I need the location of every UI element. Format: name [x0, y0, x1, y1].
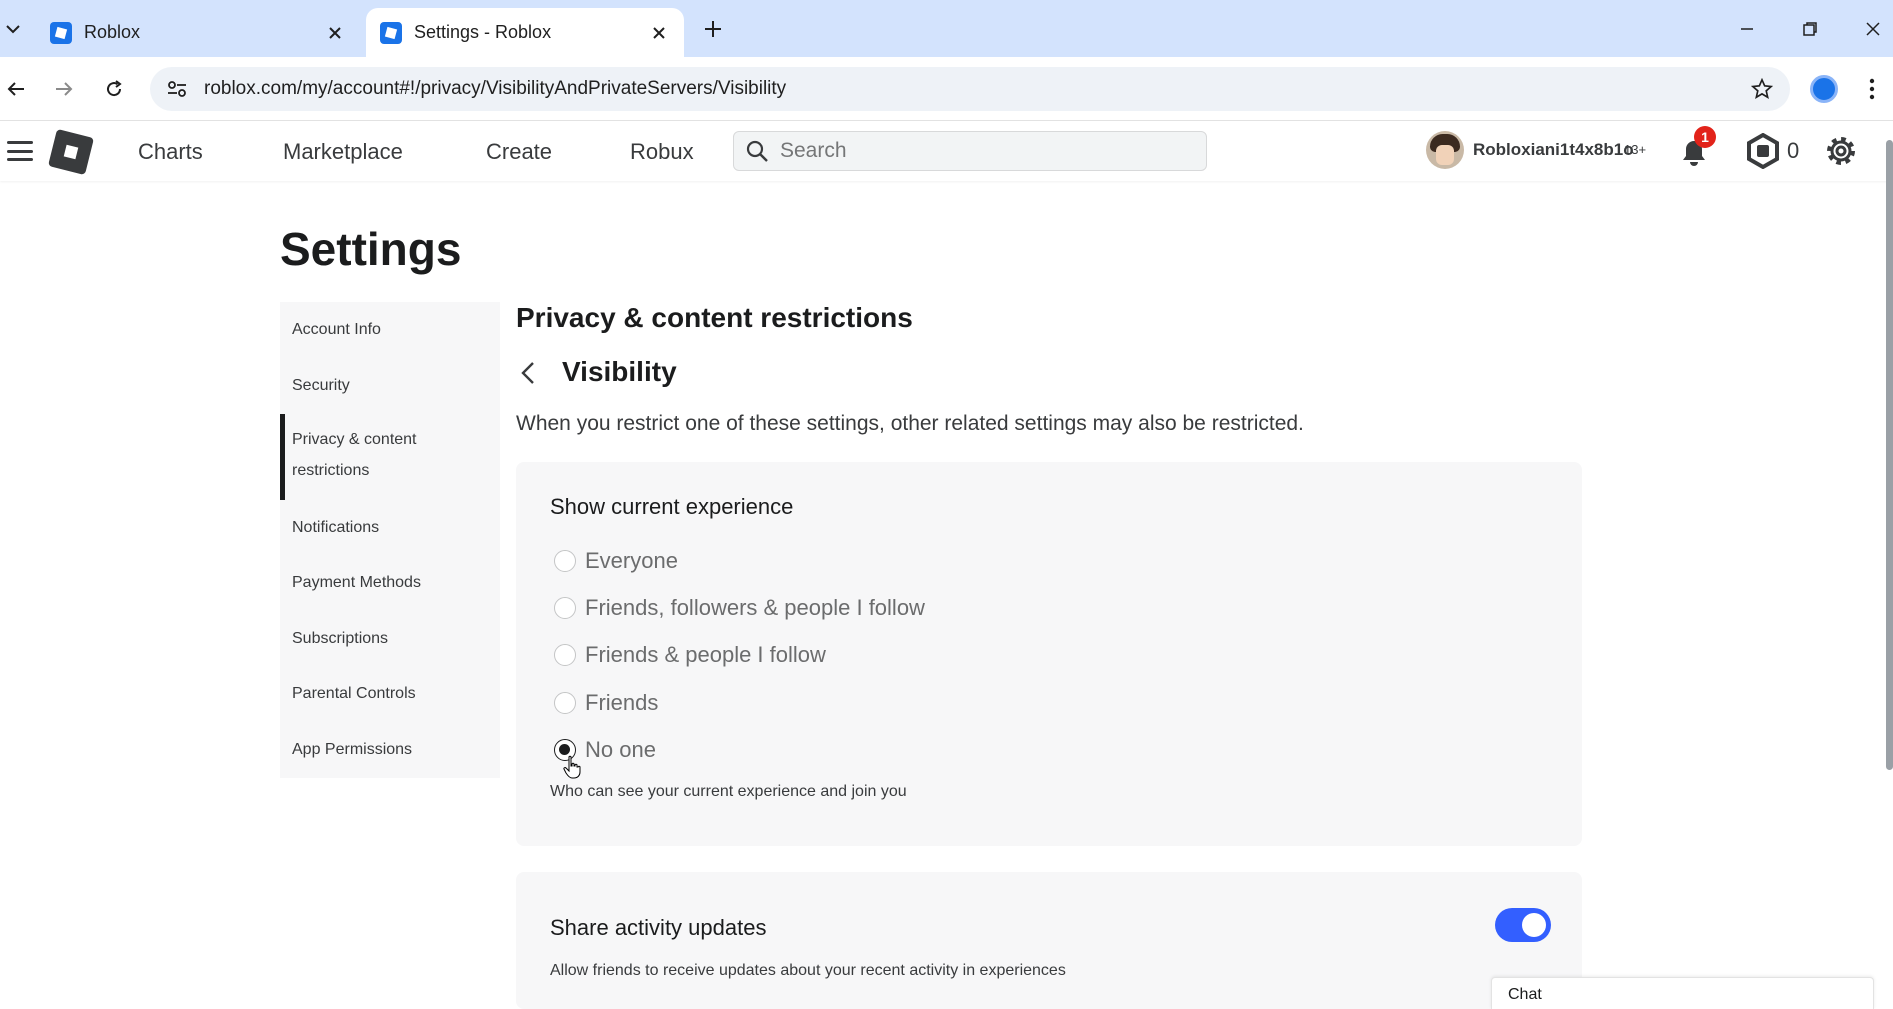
search-icon: [734, 139, 780, 163]
section-title: Privacy & content restrictions: [516, 302, 913, 333]
roblox-favicon-icon: [380, 21, 402, 44]
sidebar-item-app-permissions[interactable]: App Permissions: [292, 734, 412, 765]
radio-option-friends-followers-following[interactable]: Friends, followers & people I follow: [554, 595, 925, 621]
browser-tab-roblox[interactable]: Roblox: [36, 8, 360, 57]
roblox-favicon-icon: [50, 21, 72, 44]
nav-charts[interactable]: Charts: [138, 139, 203, 165]
browser-toolbar: roblox.com/my/account#!/privacy/Visibili…: [0, 57, 1893, 121]
subsection-title: Visibility: [562, 356, 677, 387]
nav-marketplace[interactable]: Marketplace: [283, 139, 403, 165]
activity-updates-toggle[interactable]: [1495, 908, 1551, 942]
browser-profile-icon[interactable]: [1810, 75, 1838, 103]
robux-balance[interactable]: 0: [1787, 138, 1799, 164]
back-chevron-icon[interactable]: [516, 358, 540, 388]
notification-count-badge: 1: [1694, 126, 1716, 148]
close-tab-icon[interactable]: [324, 22, 346, 44]
activity-updates-card: Share activity updates Allow friends to …: [516, 872, 1582, 1009]
close-window-icon[interactable]: [1858, 14, 1888, 44]
tab-title: Settings - Roblox: [414, 22, 552, 42]
radio-button[interactable]: [554, 692, 576, 714]
section-description: When you restrict one of these settings,…: [516, 412, 1304, 435]
radio-label: No one: [585, 737, 656, 762]
age-badge: 13+: [1624, 142, 1647, 157]
setting-title: Share activity updates: [550, 915, 767, 940]
username[interactable]: Robloxiani1t4x8b1o: [1473, 140, 1634, 160]
current-experience-card: Show current experience Everyone Friends…: [516, 462, 1582, 846]
chat-label: Chat: [1508, 986, 1542, 1003]
radio-button[interactable]: [554, 550, 576, 572]
nav-create[interactable]: Create: [486, 139, 552, 165]
sidebar-item-label-line1: Privacy & content: [292, 431, 417, 448]
setting-title: Show current experience: [550, 494, 794, 519]
hand-cursor-icon: [563, 755, 581, 779]
setting-helper-text: Allow friends to receive updates about y…: [550, 962, 1066, 979]
sidebar-item-account-info[interactable]: Account Info: [292, 314, 381, 345]
page-title: Settings: [280, 223, 462, 275]
nav-robux[interactable]: Robux: [630, 139, 694, 165]
chat-bar[interactable]: Chat: [1491, 977, 1874, 1009]
minimize-window-icon[interactable]: [1732, 14, 1762, 44]
site-info-tune-icon[interactable]: [156, 67, 198, 111]
sidebar-item-notifications[interactable]: Notifications: [292, 512, 379, 543]
radio-option-friends-following[interactable]: Friends & people I follow: [554, 642, 826, 668]
radio-label: Friends & people I follow: [585, 642, 826, 667]
roblox-logo-icon[interactable]: [47, 128, 95, 176]
radio-button[interactable]: [554, 644, 576, 666]
address-bar[interactable]: roblox.com/my/account#!/privacy/Visibili…: [150, 67, 1790, 111]
radio-label: Friends: [585, 690, 659, 715]
sidebar-item-subscriptions[interactable]: Subscriptions: [292, 623, 388, 654]
sidebar-item-payment-methods[interactable]: Payment Methods: [292, 567, 421, 598]
address-url: roblox.com/my/account#!/privacy/Visibili…: [204, 78, 787, 99]
sidebar-item-parental-controls[interactable]: Parental Controls: [292, 678, 416, 709]
radio-button[interactable]: [554, 597, 576, 619]
sidebar-active-indicator: [280, 414, 285, 500]
search-input[interactable]: [780, 139, 1180, 163]
forward-arrow-icon[interactable]: [48, 73, 80, 105]
restore-window-icon[interactable]: [1795, 14, 1825, 44]
radio-option-friends[interactable]: Friends: [554, 690, 658, 716]
settings-sidebar: Account Info Security Privacy & content …: [280, 302, 500, 778]
bookmark-star-icon[interactable]: [1744, 71, 1780, 107]
close-tab-icon[interactable]: [648, 22, 670, 44]
radio-option-everyone[interactable]: Everyone: [554, 548, 678, 574]
browser-tab-strip: Roblox Settings - Roblox: [0, 0, 1893, 57]
search-bar[interactable]: [733, 131, 1207, 171]
user-avatar[interactable]: [1426, 131, 1464, 169]
new-tab-plus-icon[interactable]: [700, 16, 726, 42]
page-scrollbar[interactable]: [1886, 140, 1893, 770]
reload-icon[interactable]: [98, 73, 130, 105]
sidebar-item-privacy[interactable]: Privacy & content restrictions: [292, 424, 417, 486]
setting-helper-text: Who can see your current experience and …: [550, 783, 907, 800]
roblox-header: Charts Marketplace Create Robux Robloxia…: [0, 121, 1893, 181]
radio-label: Everyone: [585, 548, 678, 573]
tab-title: Roblox: [84, 22, 141, 42]
sidebar-item-label-line2: restrictions: [292, 462, 370, 479]
robux-hexagon-icon[interactable]: [1745, 132, 1781, 170]
settings-gear-icon[interactable]: [1822, 132, 1860, 170]
radio-label: Friends, followers & people I follow: [585, 595, 925, 620]
browser-tab-settings[interactable]: Settings - Roblox: [366, 8, 684, 57]
back-arrow-icon[interactable]: [0, 73, 32, 105]
hamburger-menu-icon[interactable]: [6, 137, 34, 165]
browser-menu-kebab-icon[interactable]: [1860, 75, 1884, 103]
sidebar-item-security[interactable]: Security: [292, 370, 350, 401]
tab-search-chevron-icon[interactable]: [2, 16, 24, 42]
